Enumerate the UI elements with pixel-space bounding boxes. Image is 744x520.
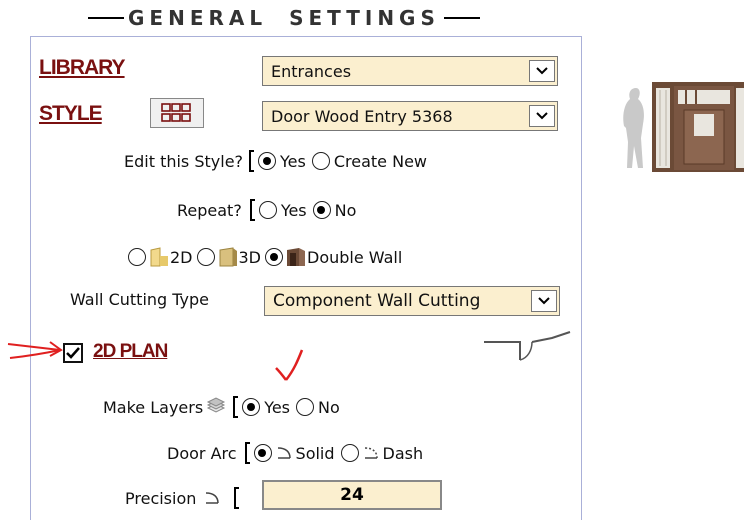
make-layers-no-radio[interactable] [296,398,315,416]
repeat-yes-label: Yes [280,200,307,220]
edit-style-label: Edit this Style? [124,151,244,171]
view-2d-radio[interactable] [128,248,146,266]
repeat-no-label: No [334,200,357,220]
section-heading: GENERAL SETTINGS [88,4,480,32]
solid-arc-icon [277,447,291,459]
make-layers-yes-radio[interactable] [242,398,261,416]
repeat-row: Repeat? Yes No [177,199,356,221]
precision-input[interactable]: 24 [262,480,442,510]
3d-wall-icon [219,247,237,267]
bracket-icon [234,487,240,509]
bracket-icon [244,442,250,464]
chevron-down-icon[interactable] [529,105,555,127]
2d-wall-icon [150,247,168,267]
door-arc-row: Door Arc Solid Dash [167,442,423,464]
wall-cutting-select[interactable]: Component Wall Cutting [264,286,560,316]
make-layers-label: Make Layers [103,397,204,417]
bracket-icon [249,150,255,172]
repeat-label: Repeat? [177,200,242,220]
door-arc-dash-label: Dash [382,443,424,463]
door-preview-image [616,76,744,176]
bracket-icon [233,396,239,418]
annotation-arrow-icon [7,341,63,359]
style-link[interactable]: STYLE [39,102,103,126]
heading-rule-left [88,17,124,19]
view-mode-row: 2D 3D Double Wall [128,246,402,268]
make-layers-row: Make Layers Yes No [103,396,340,418]
chevron-down-icon[interactable] [529,60,555,82]
precision-row: Precision [125,487,240,509]
library-link[interactable]: LIBRARY [39,56,126,80]
repeat-no-radio[interactable] [312,201,331,219]
edit-style-new-label: Create New [333,151,428,171]
plan2d-checkbox[interactable] [63,343,83,363]
edit-style-row: Edit this Style? Yes Create New [124,150,427,172]
door-plan-symbol-icon [484,331,571,361]
view-3d-label: 3D [238,247,262,267]
library-select-value: Entrances [271,61,352,81]
style-grid-button[interactable] [150,98,204,128]
arc-icon [206,492,220,504]
style-select-value: Door Wood Entry 5368 [271,106,453,126]
bracket-icon [249,199,255,221]
plan2d-link[interactable]: 2D PLAN [93,341,168,363]
edit-style-yes-label: Yes [280,151,306,171]
view-2d-label: 2D [170,247,193,267]
door-arc-solid-radio[interactable] [253,444,272,462]
heading-rule-right [443,17,480,19]
make-layers-yes-label: Yes [264,397,291,417]
make-layers-no-label: No [318,397,340,417]
library-select[interactable]: Entrances [262,56,558,86]
dash-arc-icon [364,447,378,459]
double-wall-icon [287,248,305,266]
style-select[interactable]: Door Wood Entry 5368 [262,101,558,131]
section-title: GENERAL SETTINGS [128,6,440,30]
edit-style-yes-radio[interactable] [258,152,277,170]
view-3d-radio[interactable] [196,248,215,266]
door-arc-dash-radio[interactable] [340,444,359,462]
view-double-radio[interactable] [265,248,283,266]
door-arc-solid-label: Solid [295,443,335,463]
grid-icon [161,103,191,122]
chevron-down-icon[interactable] [531,290,557,312]
wall-cutting-select-value: Component Wall Cutting [273,291,481,311]
view-double-label: Double Wall [307,247,403,267]
door-arc-label: Door Arc [167,443,237,463]
repeat-yes-radio[interactable] [258,201,277,219]
edit-style-new-radio[interactable] [311,152,330,170]
precision-label: Precision [125,488,197,508]
layers-icon [207,397,226,413]
wall-cutting-label: Wall Cutting Type [70,290,210,309]
annotation-check-icon [275,349,304,381]
check-icon [66,347,80,359]
